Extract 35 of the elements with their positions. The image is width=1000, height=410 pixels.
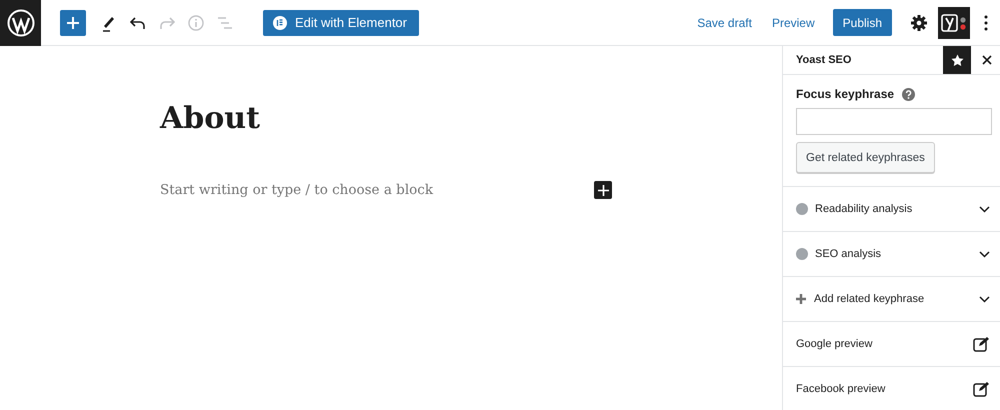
chevron-down-icon [979,250,990,258]
post-title[interactable]: About [160,99,260,139]
chevron-down-icon [979,206,990,212]
panel-title: Yoast SEO [796,54,852,66]
edit-with-elementor-button[interactable]: Edit with Elementor [263,10,419,36]
preview-row[interactable]: Google preview [783,322,1000,367]
collapsible-row[interactable]: Readability analysis [783,187,1000,232]
collapsible-row[interactable]: SEO analysis [783,232,1000,277]
yoast-logo-icon [940,12,968,34]
get-related-keyphrases-button[interactable]: Get related keyphrases [796,142,935,173]
close-icon[interactable] [982,55,992,65]
focus-keyphrase-field[interactable] [796,108,992,135]
edit-icon [973,336,990,352]
wordpress-logo-icon [6,8,34,36]
star-button[interactable] [943,46,971,74]
more-options-icon[interactable] [984,14,988,30]
focus-keyphrase-label: Focus keyphrase [796,87,894,101]
plus-icon [66,16,80,30]
publish-button[interactable]: Publish [832,9,892,36]
add-block-button[interactable] [594,181,612,199]
plus-icon [796,294,806,304]
help-icon[interactable] [902,88,916,100]
edit-icon [973,381,990,397]
yoast-button[interactable] [938,6,970,38]
star-icon [950,54,964,66]
preview-row[interactable]: Facebook preview [783,367,1000,410]
block-placeholder[interactable]: Start writing or type / to choose a block [160,182,434,198]
settings-icon[interactable] [910,14,928,32]
chevron-down-icon [979,296,990,302]
save-draft-button[interactable]: Save draft [691,16,758,30]
preview-button[interactable]: Preview [766,16,821,30]
collapsible-row[interactable]: Add related keyphrase [783,277,1000,322]
wordpress-logo-button[interactable] [0,0,41,46]
plus-icon [598,184,608,196]
elementor-icon [273,16,287,30]
